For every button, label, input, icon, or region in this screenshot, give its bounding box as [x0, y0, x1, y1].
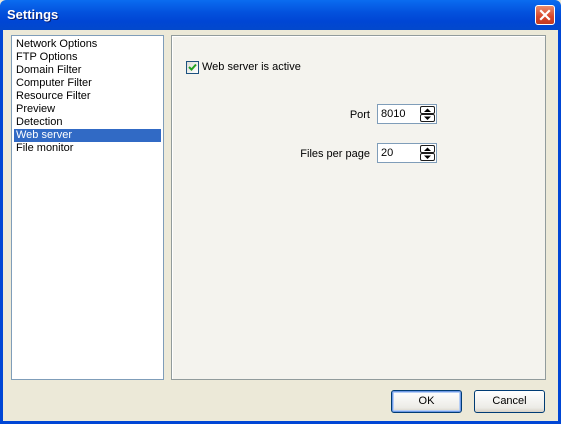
port-stepper[interactable]: 8010 — [377, 104, 437, 124]
list-item-preview[interactable]: Preview — [14, 103, 161, 116]
cancel-button[interactable]: Cancel — [474, 390, 545, 413]
files-per-page-value[interactable]: 20 — [381, 147, 393, 160]
port-label: Port — [349, 109, 370, 121]
list-item-label: Computer Filter — [16, 77, 92, 89]
port-value[interactable]: 8010 — [381, 108, 405, 121]
window-frame-left — [0, 30, 3, 424]
title-bar[interactable]: Settings — [0, 0, 561, 30]
list-item-detection[interactable]: Detection — [14, 116, 161, 129]
list-item-network-options[interactable]: Network Options — [14, 38, 161, 51]
ok-button[interactable]: OK — [391, 390, 462, 413]
files-per-page-up-button[interactable] — [420, 145, 435, 153]
files-per-page-down-button[interactable] — [420, 153, 435, 161]
arrow-down-icon — [424, 155, 431, 159]
close-icon — [539, 9, 551, 21]
list-item-label: Detection — [16, 116, 63, 128]
port-spin-buttons — [420, 106, 435, 122]
files-per-page-spin-buttons — [420, 145, 435, 161]
web-server-active-label[interactable]: Web server is active — [202, 61, 301, 74]
list-item-domain-filter[interactable]: Domain Filter — [14, 64, 161, 77]
list-item-web-server[interactable]: Web server — [14, 129, 161, 142]
list-item-computer-filter[interactable]: Computer Filter — [14, 77, 161, 90]
list-item-label: Web server — [16, 129, 73, 141]
list-item-file-monitor[interactable]: File monitor — [14, 142, 161, 155]
list-item-label: FTP Options — [16, 51, 78, 63]
arrow-up-icon — [424, 108, 431, 112]
arrow-down-icon — [424, 116, 431, 120]
web-server-active-checkbox[interactable] — [186, 61, 199, 74]
list-item-resource-filter[interactable]: Resource Filter — [14, 90, 161, 103]
arrow-up-icon — [424, 147, 431, 151]
list-item-label: Domain Filter — [16, 64, 82, 76]
close-button[interactable] — [535, 5, 555, 25]
files-per-page-stepper[interactable]: 20 — [377, 143, 437, 163]
list-item-label: File monitor — [16, 142, 74, 154]
port-down-button[interactable] — [420, 114, 435, 122]
settings-window: Settings Network Options FTP Options Dom… — [0, 0, 561, 424]
checkmark-icon — [188, 63, 197, 71]
window-title: Settings — [7, 7, 59, 22]
list-item-label: Network Options — [16, 38, 98, 50]
list-item-ftp-options[interactable]: FTP Options — [14, 51, 161, 64]
port-up-button[interactable] — [420, 106, 435, 114]
web-server-settings-panel — [171, 35, 546, 380]
settings-category-list[interactable]: Network Options FTP Options Domain Filte… — [11, 35, 164, 380]
list-item-label: Resource Filter — [16, 90, 91, 102]
list-item-label: Preview — [16, 103, 56, 115]
files-per-page-label: Files per page — [300, 148, 370, 160]
